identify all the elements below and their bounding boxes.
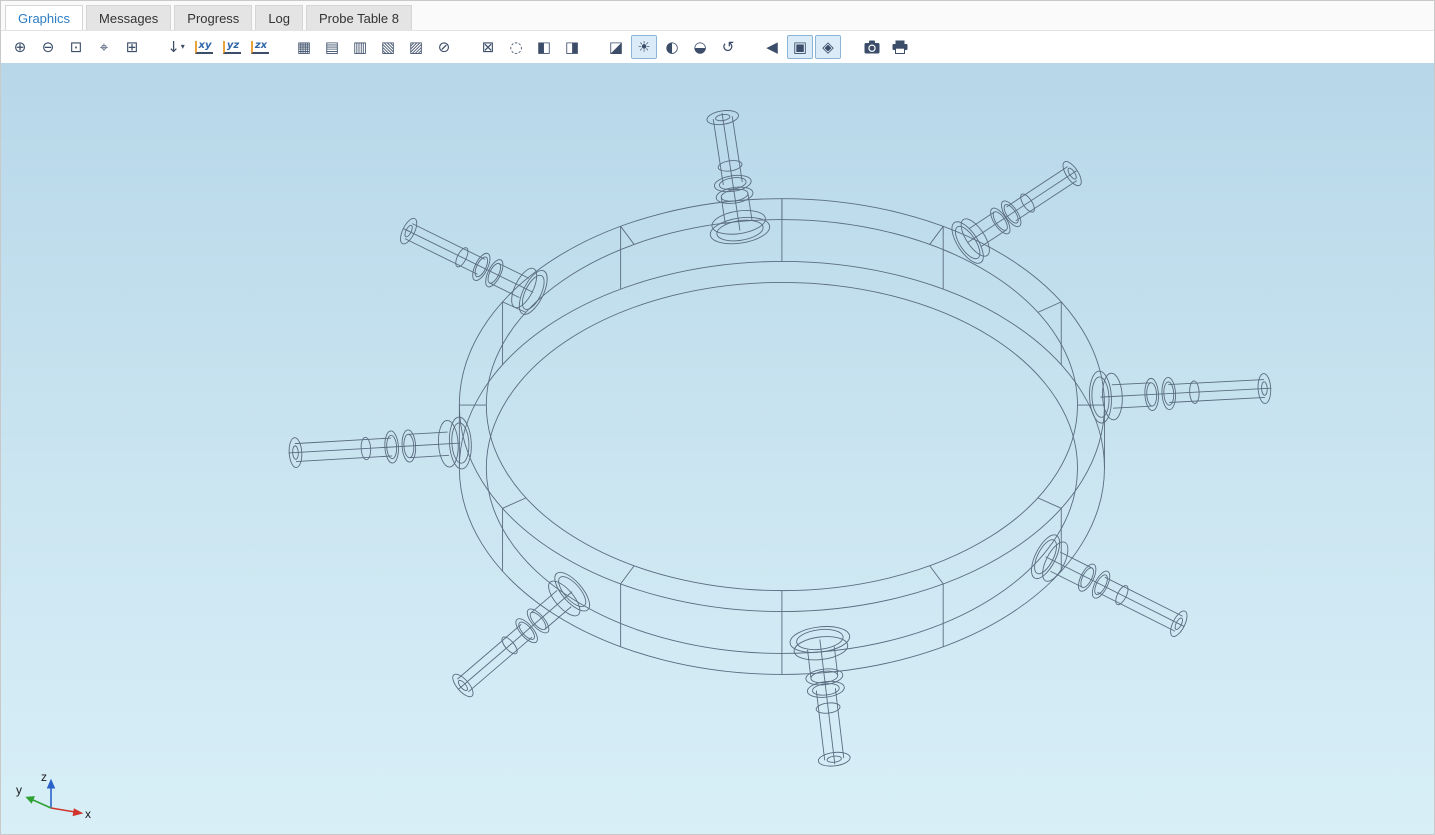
axis-label-z: z [41, 770, 47, 784]
scene-light-button[interactable]: ☀ [631, 35, 657, 59]
axis-label-x: x [85, 807, 91, 821]
go-to-yz-view-button[interactable]: yz [219, 35, 245, 59]
image-snapshot-button[interactable] [859, 35, 885, 59]
show-color-legend-button[interactable]: ▣ [787, 35, 813, 59]
tab-progress[interactable]: Progress [174, 5, 252, 30]
select-lasso-button[interactable]: ◌ [503, 35, 529, 59]
go-to-xy-view-button[interactable]: xy [191, 35, 217, 59]
toolbar-group-zoom: ⊕⊖⊡⌖⊞ [7, 35, 145, 59]
axis-orientation-triad: y z x [13, 768, 97, 824]
zoom-out-button[interactable]: ⊖ [35, 35, 61, 59]
transparency-button[interactable]: ◪ [603, 35, 629, 59]
tab-probe-table-8[interactable]: Probe Table 8 [306, 5, 412, 30]
reset-camera-button[interactable]: ↺ [715, 35, 741, 59]
model-wireframe [1, 63, 1434, 834]
show-grid-button[interactable]: ▦ [291, 35, 317, 59]
select-box-button[interactable]: ⊠ [475, 35, 501, 59]
reset-hiding-button[interactable]: ⊘ [431, 35, 457, 59]
wireframe-rendering-button[interactable]: ▨ [403, 35, 429, 59]
show-material-color-button[interactable]: ▤ [319, 35, 345, 59]
graphics-canvas[interactable]: y z x [1, 63, 1434, 834]
toolbar-group-selection: ⊠◌◧◨ [475, 35, 585, 59]
graphics-window: GraphicsMessagesProgressLogProbe Table 8… [0, 0, 1435, 835]
tab-bar: GraphicsMessagesProgressLogProbe Table 8 [1, 1, 1434, 31]
toolbar-group-capture [859, 35, 913, 59]
show-skybox-button[interactable]: ◒ [687, 35, 713, 59]
print-button[interactable] [887, 35, 913, 59]
toolbar-group-views: ↓▾xyyzzx [163, 35, 273, 59]
zoom-selection-button[interactable]: ◧ [531, 35, 557, 59]
go-to-zx-view-button[interactable]: zx [247, 35, 273, 59]
axis-label-y: y [16, 783, 22, 797]
toolbar-group-scene: ◪☀◐◒↺ [603, 35, 741, 59]
zoom-in-button[interactable]: ⊕ [7, 35, 33, 59]
toolbar-group-annotations: ◀▣◈ [759, 35, 841, 59]
graphics-toolbar: ⊕⊖⊡⌖⊞ ↓▾xyyzzx ▦▤▥▧▨⊘ ⊠◌◧◨ ◪☀◐◒↺ ◀▣◈ [1, 31, 1434, 63]
sound-button[interactable]: ◀ [759, 35, 785, 59]
toolbar-group-display: ▦▤▥▧▨⊘ [291, 35, 457, 59]
zoom-to-selection-button[interactable]: ⊞ [119, 35, 145, 59]
zoom-box-button[interactable]: ⊡ [63, 35, 89, 59]
view-hidden-only-button[interactable]: ▧ [375, 35, 401, 59]
highlight-selection-button[interactable]: ◨ [559, 35, 585, 59]
zoom-extents-button[interactable]: ⌖ [91, 35, 117, 59]
tab-graphics[interactable]: Graphics [5, 5, 83, 30]
tab-messages[interactable]: Messages [86, 5, 171, 30]
show-axes-button[interactable]: ◈ [815, 35, 841, 59]
tab-log[interactable]: Log [255, 5, 303, 30]
environment-reflections-button[interactable]: ◐ [659, 35, 685, 59]
show-selection-colors-button[interactable]: ▥ [347, 35, 373, 59]
go-to-default-view-button[interactable]: ↓▾ [163, 35, 189, 59]
